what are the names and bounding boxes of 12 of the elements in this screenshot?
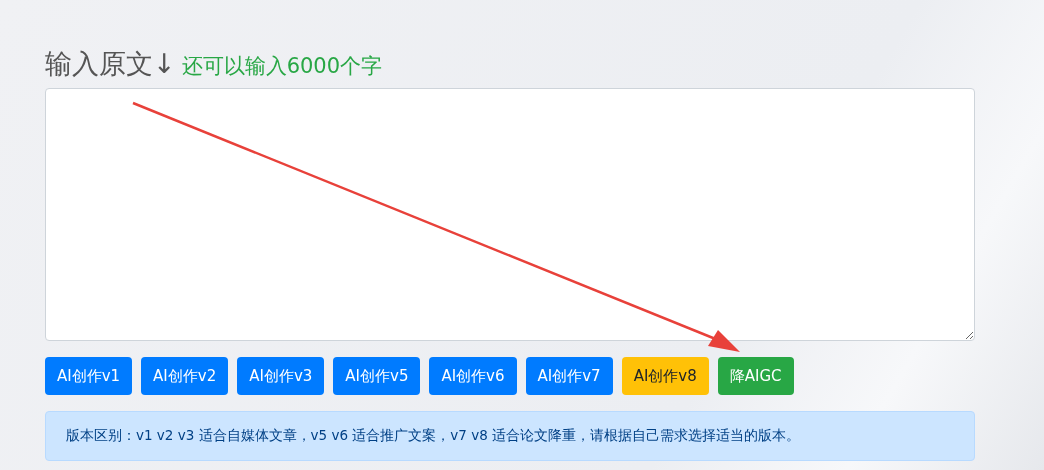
generate-button[interactable]: AI创作v8 xyxy=(621,357,709,395)
generate-button[interactable]: AI创作v3 xyxy=(237,357,325,395)
generate-button[interactable]: AI创作v7 xyxy=(525,357,613,395)
generate-button[interactable]: AI创作v6 xyxy=(429,357,517,395)
generate-button[interactable]: AI创作v1 xyxy=(45,357,133,395)
generate-button[interactable]: AI创作v5 xyxy=(333,357,421,395)
character-limit-hint: 还可以输入6000个字 xyxy=(181,53,383,80)
generate-button[interactable]: AI创作v2 xyxy=(141,357,229,395)
generate-button[interactable]: 降AIGC xyxy=(717,357,794,395)
version-notice: 版本区别：v1 v2 v3 适合自媒体文章，v5 v6 适合推广文案，v7 v8 适合论文降重，请根据自己需求选择适当的版本。 xyxy=(45,411,975,461)
text-input-field[interactable] xyxy=(45,88,975,341)
section-title: 输入原文↓ xyxy=(45,47,176,81)
